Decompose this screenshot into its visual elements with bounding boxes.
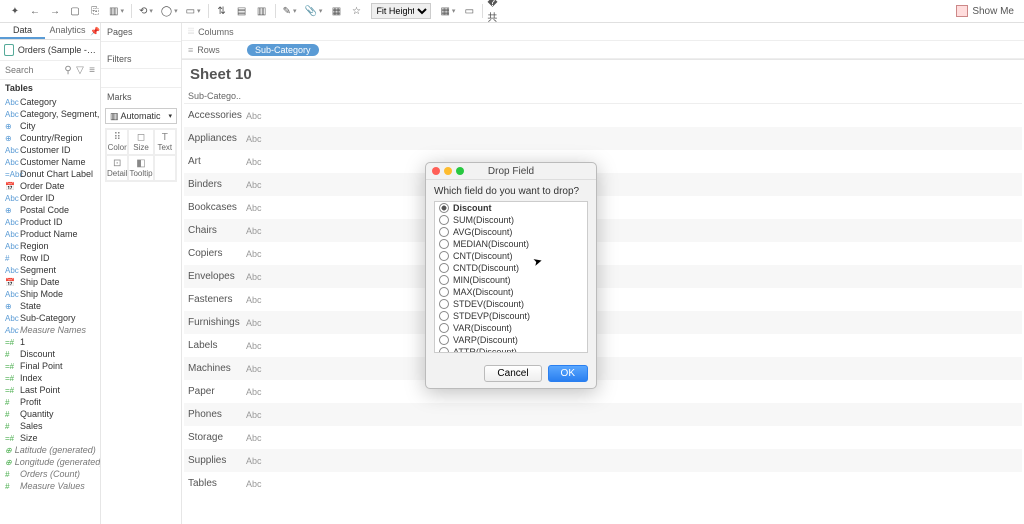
radio-icon xyxy=(439,287,449,297)
radio-icon xyxy=(439,227,449,237)
option-label: CNT(Discount) xyxy=(453,251,513,261)
dialog-option[interactable]: STDEV(Discount) xyxy=(435,298,587,310)
close-icon[interactable] xyxy=(432,167,440,175)
radio-icon xyxy=(439,347,449,353)
radio-icon xyxy=(439,251,449,261)
radio-icon xyxy=(439,335,449,345)
dialog-options-list: Discount SUM(Discount) AVG(Discount) MEDIAN… xyxy=(434,201,588,353)
dialog-option[interactable]: VAR(Discount) xyxy=(435,322,587,334)
dialog-option[interactable]: VARP(Discount) xyxy=(435,334,587,346)
radio-icon xyxy=(439,203,449,213)
dialog-option[interactable]: ATTR(Discount) xyxy=(435,346,587,353)
option-label: VARP(Discount) xyxy=(453,335,518,345)
option-label: CNTD(Discount) xyxy=(453,263,519,273)
dialog-question: Which field do you want to drop? xyxy=(434,186,588,197)
option-label: Discount xyxy=(453,203,492,213)
minimize-icon[interactable] xyxy=(444,167,452,175)
option-label: AVG(Discount) xyxy=(453,227,512,237)
dialog-option[interactable]: STDEVP(Discount) xyxy=(435,310,587,322)
dialog-option[interactable]: CNTD(Discount) xyxy=(435,262,587,274)
radio-icon xyxy=(439,323,449,333)
drop-field-dialog: Drop Field Which field do you want to dr… xyxy=(425,162,597,389)
option-label: ATTR(Discount) xyxy=(453,347,517,353)
dialog-option[interactable]: CNT(Discount) xyxy=(435,250,587,262)
ok-button[interactable]: OK xyxy=(548,365,588,382)
dialog-option[interactable]: SUM(Discount) xyxy=(435,214,587,226)
cancel-button[interactable]: Cancel xyxy=(484,365,541,382)
option-label: MAX(Discount) xyxy=(453,287,514,297)
dialog-option[interactable]: AVG(Discount) xyxy=(435,226,587,238)
maximize-icon[interactable] xyxy=(456,167,464,175)
radio-icon xyxy=(439,215,449,225)
option-label: SUM(Discount) xyxy=(453,215,514,225)
radio-icon xyxy=(439,275,449,285)
dialog-option[interactable]: MAX(Discount) xyxy=(435,286,587,298)
option-label: STDEVP(Discount) xyxy=(453,311,530,321)
radio-icon xyxy=(439,239,449,249)
radio-icon xyxy=(439,299,449,309)
radio-icon xyxy=(439,311,449,321)
option-label: MIN(Discount) xyxy=(453,275,511,285)
radio-icon xyxy=(439,263,449,273)
dialog-option[interactable]: MIN(Discount) xyxy=(435,274,587,286)
option-label: VAR(Discount) xyxy=(453,323,512,333)
dialog-option[interactable]: Discount xyxy=(435,202,587,214)
option-label: MEDIAN(Discount) xyxy=(453,239,529,249)
option-label: STDEV(Discount) xyxy=(453,299,524,309)
dialog-title: Drop Field xyxy=(488,166,534,177)
dialog-option[interactable]: MEDIAN(Discount) xyxy=(435,238,587,250)
